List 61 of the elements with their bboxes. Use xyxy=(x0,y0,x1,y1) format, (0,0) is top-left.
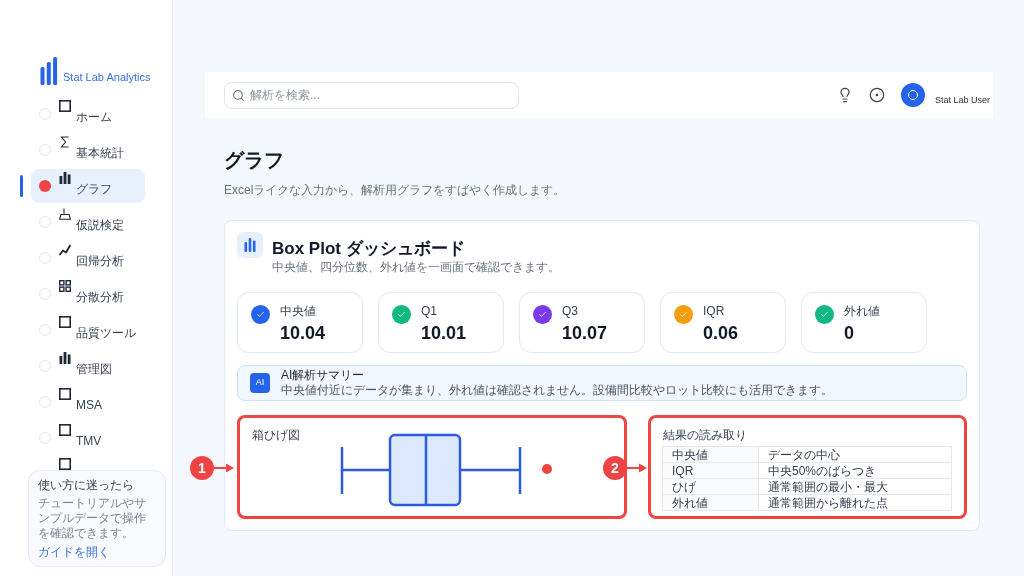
grid-icon xyxy=(59,280,71,292)
square-icon xyxy=(59,388,71,400)
metric-label: 中央値 xyxy=(280,304,317,319)
nav-item[interactable]: 分散分析 xyxy=(31,277,145,311)
square-icon xyxy=(59,458,71,470)
summary-text: 中央値付近にデータが集まり、外れ値は確認されません。設備間比較やロット比較にも活用できます。 xyxy=(281,383,833,398)
metric-label: Q1 xyxy=(421,304,438,319)
square-icon xyxy=(59,100,71,112)
upper-whisker xyxy=(460,447,522,494)
nav-item[interactable]: 管理図 xyxy=(31,349,145,383)
square-icon xyxy=(59,424,71,436)
nav-item[interactable]: MSA xyxy=(31,385,145,419)
metric-value: 10.04 xyxy=(280,322,326,344)
page-title: グラフ xyxy=(224,148,285,172)
panel-title: 箱ひげ図 xyxy=(252,428,300,443)
nav-item[interactable]: 基本統計 xyxy=(31,133,145,167)
bar-chart-icon xyxy=(59,172,71,184)
nav-item[interactable]: TMV xyxy=(31,421,145,455)
metric-label: 外れ値 xyxy=(844,304,880,319)
user-name: Stat Lab User xyxy=(934,94,990,106)
nav-item[interactable]: 品質ツール xyxy=(31,313,145,347)
brand-name: Stat Lab Analytics xyxy=(63,70,151,84)
arrow-right-icon xyxy=(627,463,647,473)
metric-label: IQR xyxy=(703,304,726,319)
metric-label: Q3 xyxy=(562,304,579,319)
avatar-icon[interactable] xyxy=(900,83,925,107)
bar-chart-icon xyxy=(59,352,71,364)
arrow-right-icon xyxy=(214,463,234,473)
target-icon[interactable] xyxy=(868,87,885,103)
square-icon xyxy=(59,316,71,328)
sigma-icon xyxy=(59,136,71,148)
dashboard-title: Box Plot ダッシュボード xyxy=(272,239,466,259)
lower-whisker xyxy=(340,447,390,494)
bar-chart-tile-icon xyxy=(237,232,263,258)
metric-value: 0 xyxy=(844,322,855,344)
active-indicator xyxy=(20,175,23,197)
search-icon xyxy=(232,88,245,102)
outlier-dot xyxy=(542,464,552,474)
page-subtitle: Excelライクな入力から、解析用グラフをすばやく作成します。 xyxy=(224,183,567,198)
nav-item[interactable]: 仮説検定 xyxy=(31,205,145,239)
table-cell: データの中心 xyxy=(758,446,952,463)
summary-title: AI解析サマリー xyxy=(281,368,366,383)
nav-item[interactable]: グラフ xyxy=(31,169,145,203)
nav-item[interactable]: ホーム xyxy=(31,97,145,131)
search-field[interactable]: 解析を検索... xyxy=(224,81,519,109)
callout-number: 1 xyxy=(190,456,214,480)
help-text: チュートリアルやサンプルデータで操作を確認できます。 xyxy=(38,496,147,541)
table-cell: 中央値 xyxy=(662,446,759,463)
nav-item[interactable]: 回帰分析 xyxy=(31,241,145,275)
ai-badge: AI xyxy=(250,373,270,393)
panel-title: 結果の読み取り xyxy=(663,428,748,443)
lab-stand-icon xyxy=(59,208,71,220)
trend-line-icon xyxy=(59,244,71,256)
median-line xyxy=(424,436,428,504)
bars-logo-icon xyxy=(40,57,58,85)
metric-value: 0.06 xyxy=(703,322,739,344)
dashboard-subtitle: 中央値、四分位数、外れ値を一画面で確認できます。 xyxy=(272,260,560,275)
guide-link[interactable]: ガイドを開く xyxy=(38,545,156,560)
metric-value: 10.01 xyxy=(421,322,467,344)
metric-value: 10.07 xyxy=(562,322,608,344)
help-title: 使い方に迷ったら xyxy=(38,478,135,493)
